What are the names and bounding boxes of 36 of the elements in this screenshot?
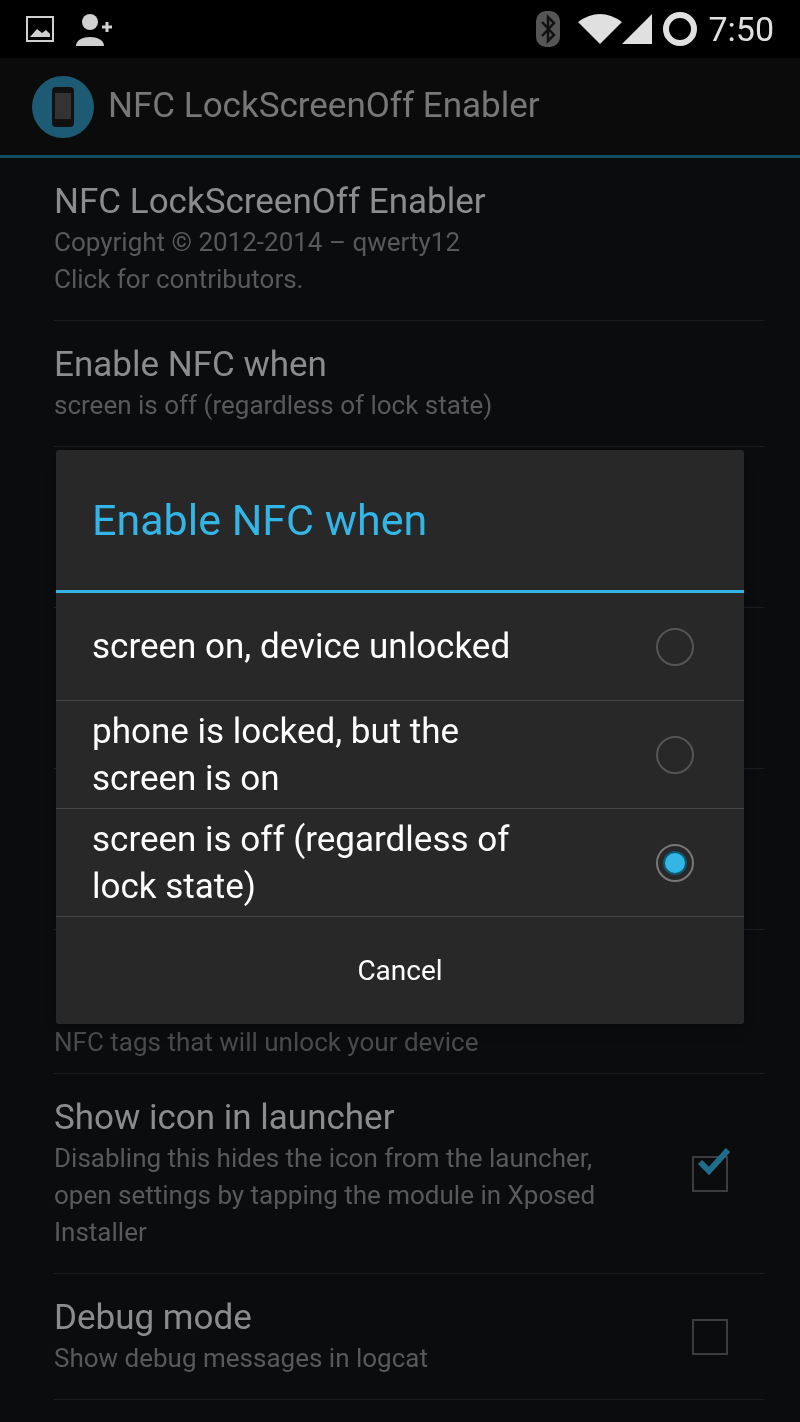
- radio-button[interactable]: [656, 735, 694, 774]
- preference-title: Show icon in launcher: [54, 1096, 396, 1140]
- checkbox[interactable]: [692, 1318, 728, 1355]
- radio-button[interactable]: [656, 627, 694, 666]
- preference-row[interactable]: NFC LockScreenOff Enabler Copyright © 2012-2014 – qwerty12 Click for contributors.: [54, 158, 764, 321]
- preference-row[interactable]: Enable NFC when screen is off (regardless of lock state): [54, 321, 764, 447]
- preference-title: Debug mode: [54, 1296, 253, 1340]
- preference-summary: Show debug messages in logcat: [54, 1342, 429, 1375]
- preference-title: NFC LockScreenOff Enabler: [54, 180, 487, 224]
- preference-title: Enable NFC when: [54, 343, 328, 387]
- preference-summary: Copyright © 2012-2014 – qwerty12 Click for contributors.: [54, 226, 462, 296]
- add-person-icon: [74, 12, 114, 46]
- option-row[interactable]: screen is off (regardless of lock state): [56, 809, 744, 917]
- app-icon: [32, 75, 94, 138]
- option-label: screen is off (regardless of lock state): [92, 817, 511, 909]
- radio-button[interactable]: [656, 843, 694, 882]
- picture-icon: [26, 16, 54, 42]
- option-row[interactable]: screen on, device unlocked: [56, 593, 744, 701]
- checkmark-icon: [696, 1145, 732, 1176]
- preference-row[interactable]: Debug mode Show debug messages in logcat: [54, 1274, 764, 1400]
- signal-icon: [622, 14, 653, 44]
- wifi-icon: [578, 14, 623, 44]
- preference-row[interactable]: Show icon in launcher Disabling this hides the icon from the launcher, open settings by tapping the module in Xposed Installer: [54, 1074, 764, 1274]
- option-label: phone is locked, but the screen is on: [92, 709, 461, 801]
- preference-summary: screen is off (regardless of lock state): [54, 389, 494, 422]
- cancel-button[interactable]: Cancel: [56, 917, 744, 1024]
- option-label: screen on, device unlocked: [92, 625, 512, 669]
- dialog-title: Enable NFC when: [92, 493, 428, 547]
- battery-icon: [662, 11, 699, 47]
- checkbox[interactable]: [692, 1155, 728, 1192]
- preference-summary: NFC tags that will unlock your device: [54, 1026, 480, 1059]
- clock: 7:50: [708, 7, 774, 51]
- app-title: NFC LockScreenOff Enabler: [108, 84, 540, 129]
- preference-summary: Disabling this hides the icon from the launcher, open settings by tapping the module in Xposed Installer: [54, 1142, 597, 1249]
- option-row[interactable]: phone is locked, but the screen is on: [56, 701, 744, 809]
- bluetooth-icon: [536, 11, 561, 47]
